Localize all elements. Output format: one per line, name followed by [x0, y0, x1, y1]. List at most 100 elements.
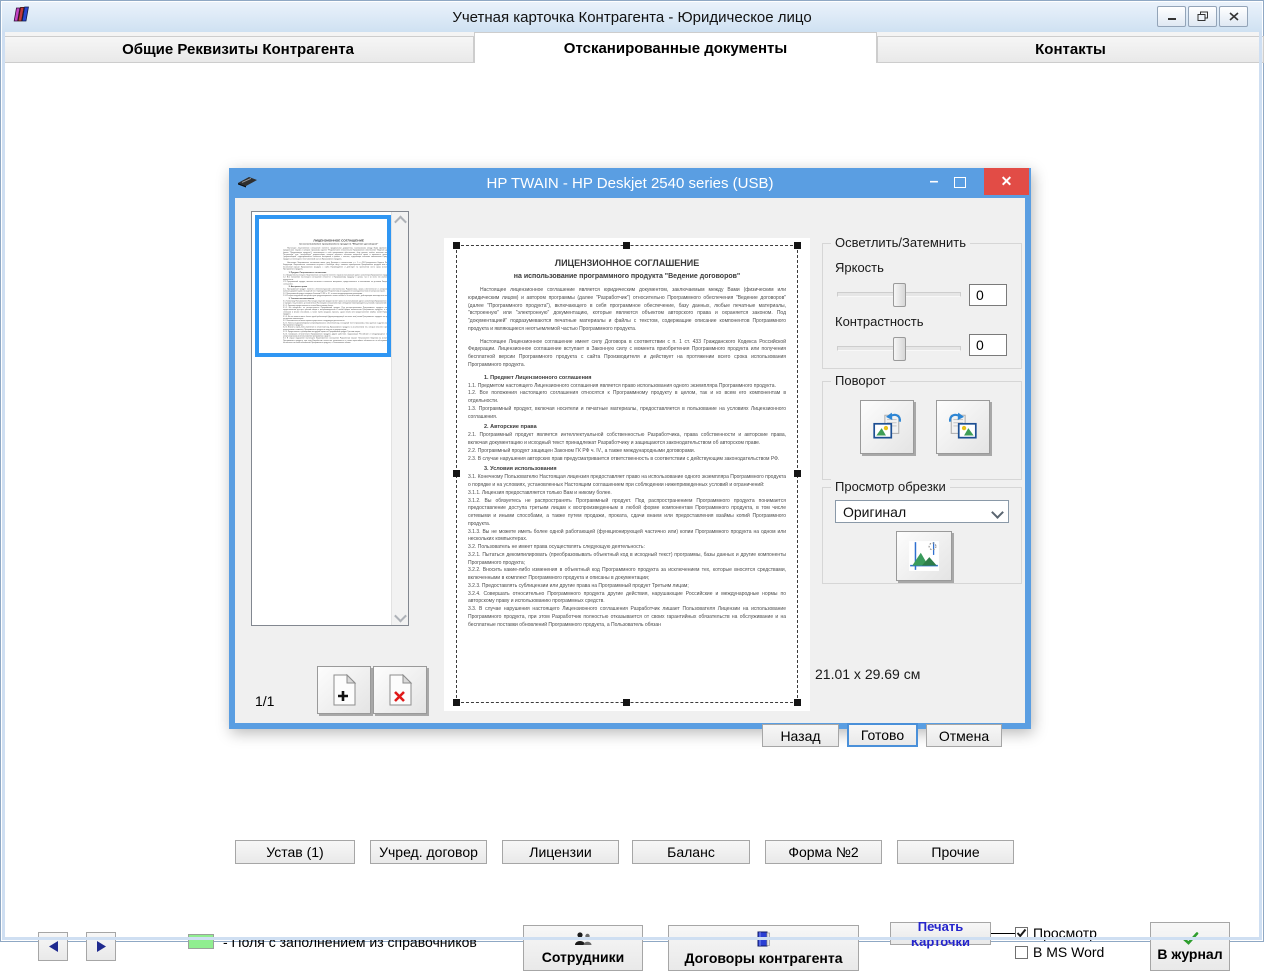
journal-button[interactable]: В журнал	[1150, 922, 1230, 971]
cancel-button[interactable]: Отмена	[926, 724, 1002, 747]
scanner-icon	[237, 174, 259, 193]
doc-paragraph: 2.3. В случае нарушения авторских прав п…	[283, 295, 391, 297]
contrast-label: Контрастность	[835, 314, 924, 329]
contrast-value-input[interactable]	[969, 334, 1007, 356]
dropdown-chevron-icon	[991, 506, 1004, 519]
close-button[interactable]	[1219, 6, 1248, 27]
delete-page-button[interactable]	[373, 666, 427, 714]
thumbnail-list: ЛИЦЕНЗИОННОЕ СОГЛАШЕНИЕна использование …	[251, 211, 409, 626]
crop-handle[interactable]	[794, 242, 801, 249]
close-icon	[1229, 12, 1239, 21]
brightness-group-title: Осветлить/Затемнить	[831, 235, 970, 250]
restore-button[interactable]	[1188, 6, 1217, 27]
doc-paragraph: 3.3. В случае нарушения настоящего Лицен…	[283, 337, 391, 344]
restore-icon	[1197, 11, 1209, 22]
rotate-group-title: Поворот	[831, 373, 890, 388]
employees-icon	[573, 931, 593, 947]
msword-checkbox-label: В MS Word	[1033, 944, 1104, 960]
restore-icon	[954, 177, 966, 188]
crop-handle[interactable]	[453, 699, 460, 706]
crop-handle[interactable]	[794, 470, 801, 477]
category-button[interactable]: Форма №2	[765, 840, 882, 864]
scan-preview-page[interactable]: ЛИЦЕНЗИОННОЕ СОГЛАШЕНИЕна использование …	[444, 238, 810, 711]
rotate-left-button[interactable]	[860, 400, 914, 454]
crop-handle[interactable]	[453, 242, 460, 249]
tab-scanned-documents[interactable]: Отсканированные документы	[474, 32, 877, 63]
twain-minimize-button[interactable]: –	[923, 168, 945, 196]
twain-close-button[interactable]: ✕	[984, 168, 1029, 195]
prev-record-button[interactable]	[38, 932, 68, 961]
contrast-slider[interactable]	[837, 336, 961, 360]
crop-handle[interactable]	[453, 470, 460, 477]
window-title: Учетная карточка Контрагента - Юридическ…	[2, 9, 1262, 26]
msword-checkbox-row: В MS Word	[1015, 944, 1104, 960]
done-button[interactable]: Готово	[847, 723, 918, 747]
crop-handle[interactable]	[623, 242, 630, 249]
twain-body: ЛИЦЕНЗИОННОЕ СОГЛАШЕНИЕна использование …	[235, 198, 1025, 723]
back-button[interactable]: Назад	[762, 724, 839, 747]
brightness-group: Осветлить/Затемнить Яркость Контрастност…	[822, 243, 1022, 369]
main-window: Учетная карточка Контрагента - Юридическ…	[0, 0, 1264, 942]
journal-check-icon	[1182, 932, 1199, 945]
minimize-icon	[1167, 12, 1177, 21]
twain-title: HP TWAIN - HP Deskjet 2540 series (USB)	[229, 175, 1031, 192]
next-record-button[interactable]	[86, 932, 116, 961]
page-counter: 1/1	[255, 693, 274, 709]
tab-bar: Общие Реквизиты Контрагента Отсканирован…	[2, 32, 1262, 63]
category-button[interactable]: Баланс	[632, 840, 750, 864]
twain-titlebar[interactable]: HP TWAIN - HP Deskjet 2540 series (USB) …	[229, 168, 1031, 198]
crop-handle[interactable]	[623, 699, 630, 706]
preview-checkbox[interactable]	[1015, 927, 1028, 940]
thumbnail-scrollbar[interactable]	[391, 212, 408, 625]
category-button[interactable]: Учред. договор	[370, 840, 487, 864]
rotate-group: Поворот	[822, 381, 1022, 480]
msword-checkbox[interactable]	[1015, 946, 1028, 959]
scroll-down-icon	[394, 609, 407, 622]
legend-text: - Поля с заполнением из справочников	[223, 934, 477, 950]
preview-checkbox-row: Просмотр	[1015, 925, 1097, 941]
scroll-down-button[interactable]	[392, 609, 408, 625]
doc-paragraph: Настоящее лицензионное соглашение являет…	[283, 247, 391, 260]
rotate-right-icon	[947, 411, 979, 443]
brightness-value-input[interactable]	[969, 284, 1007, 306]
contracts-icon	[756, 930, 772, 948]
twain-scan-dialog: HP TWAIN - HP Deskjet 2540 series (USB) …	[229, 168, 1031, 729]
category-button[interactable]: Лицензии	[502, 840, 619, 864]
connector-line	[991, 933, 1015, 934]
delete-page-icon	[386, 674, 414, 706]
brightness-slider[interactable]	[837, 282, 961, 306]
crop-mode-dropdown[interactable]: Оригинал	[835, 500, 1009, 523]
crop-selection[interactable]	[456, 245, 798, 703]
add-page-button[interactable]	[317, 666, 371, 714]
preview-checkbox-label: Просмотр	[1033, 925, 1097, 941]
crop-preview-group: Просмотр обрезки Оригинал	[822, 487, 1022, 584]
crop-group-title: Просмотр обрезки	[831, 479, 950, 494]
category-button[interactable]: Устав (1)	[235, 840, 355, 864]
rotate-right-button[interactable]	[936, 400, 990, 454]
twain-maximize-button[interactable]	[949, 168, 971, 196]
crop-handle[interactable]	[794, 699, 801, 706]
doc-paragraph: ЛИЦЕНЗИОННОЕ СОГЛАШЕНИЕ	[283, 239, 391, 242]
crop-preview-icon	[908, 540, 940, 572]
checkmark-icon	[1016, 928, 1027, 938]
contrast-slider-thumb[interactable]	[893, 337, 906, 361]
doc-paragraph: 1.3. Программный продукт, включая носите…	[283, 281, 391, 285]
minimize-button[interactable]	[1157, 6, 1186, 27]
scroll-up-button[interactable]	[392, 212, 408, 228]
contracts-button[interactable]: Договоры контрагента	[668, 925, 859, 971]
page-thumbnail[interactable]: ЛИЦЕНЗИОННОЕ СОГЛАШЕНИЕна использование …	[255, 215, 391, 357]
employees-button[interactable]: Сотрудники	[523, 925, 643, 971]
scroll-up-icon	[394, 215, 407, 228]
doc-paragraph: Настоящее Лицензионное соглашение имеет …	[283, 262, 391, 271]
tab-general-details[interactable]: Общие Реквизиты Контрагента	[2, 36, 474, 63]
crop-view-button[interactable]	[896, 531, 952, 581]
brightness-slider-thumb[interactable]	[893, 283, 906, 307]
tab-contacts[interactable]: Контакты	[877, 36, 1264, 63]
doc-paragraph: 3.1.2. Вы обязуетесь не распространять П…	[283, 307, 391, 316]
doc-paragraph: на использование программного продукта "…	[283, 243, 391, 245]
brightness-label: Яркость	[835, 260, 884, 275]
crop-mode-selected: Оригинал	[843, 504, 906, 520]
category-button[interactable]: Прочие	[897, 840, 1014, 864]
add-page-icon	[330, 674, 358, 706]
main-titlebar: Учетная карточка Контрагента - Юридическ…	[2, 2, 1262, 33]
